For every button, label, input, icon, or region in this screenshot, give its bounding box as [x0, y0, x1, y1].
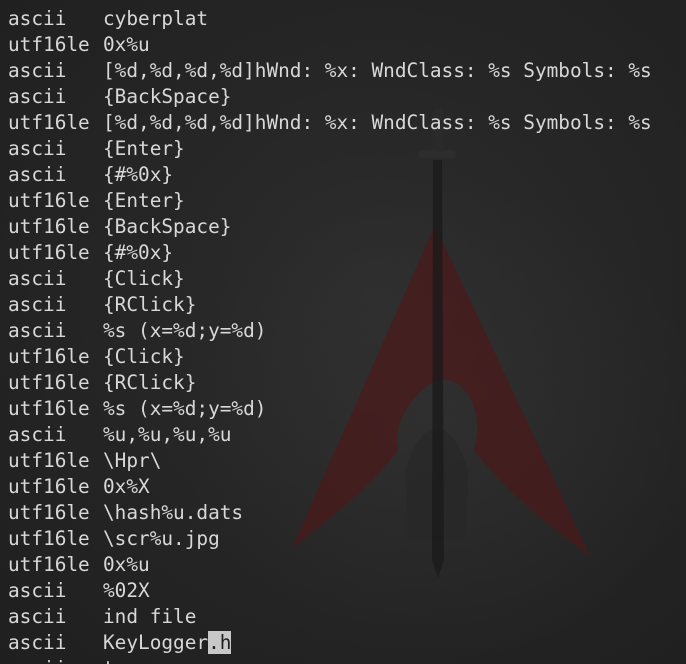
encoding-label: ascii: [8, 605, 67, 628]
output-line: utf16le {Enter}: [8, 188, 652, 214]
string-value: KeyLogger: [103, 631, 209, 654]
output-line: utf16le [%d,%d,%d,%d]hWnd: %x: WndClass: …: [8, 110, 652, 136]
string-value: {RClick}: [103, 371, 197, 394]
string-value: {Enter}: [103, 137, 185, 160]
encoding-label: ascii: [8, 163, 67, 186]
string-value: {#%0x}: [103, 163, 174, 186]
string-value: 0x%u: [103, 553, 150, 576]
terminal-window[interactable]: ascii cyberplat utf16le 0x%u ascii [%d,%d,%…: [0, 0, 686, 664]
output-line: ascii {#%0x}: [8, 162, 652, 188]
encoding-label: ascii: [8, 267, 67, 290]
output-line: utf16le {#%0x}: [8, 240, 652, 266]
string-value: \Hpr\: [103, 449, 162, 472]
encoding-label: ascii: [8, 423, 67, 446]
string-value: ind file: [103, 605, 197, 628]
encoding-label: utf16le: [8, 397, 90, 420]
encoding-label: ascii: [8, 293, 67, 316]
string-value: 0x%X: [103, 475, 150, 498]
encoding-label: utf16le: [8, 475, 90, 498]
encoding-label: ascii: [8, 319, 67, 342]
encoding-label: utf16le: [8, 241, 90, 264]
output-line: utf16le {Click}: [8, 344, 652, 370]
output-line: ascii %02X: [8, 578, 652, 604]
string-value: {RClick}: [103, 293, 197, 316]
string-value: t: [103, 657, 115, 664]
output-line: utf16le {BackSpace}: [8, 214, 652, 240]
encoding-label: utf16le: [8, 527, 90, 550]
string-value: \scr%u.jpg: [103, 527, 220, 550]
encoding-label: utf16le: [8, 371, 90, 394]
output-line: ascii {RClick}: [8, 292, 652, 318]
string-value: [%d,%d,%d,%d]hWnd: %x: WndClass: %s Symb…: [103, 59, 652, 82]
string-value: %s (x=%d;y=%d): [103, 397, 267, 420]
output-line: asciit: [8, 656, 652, 664]
terminal-output: ascii cyberplat utf16le 0x%u ascii [%d,%d,%…: [8, 6, 652, 664]
output-line: ascii cyberplat: [8, 6, 652, 32]
string-value: {BackSpace}: [103, 215, 232, 238]
output-line: ascii %u,%u,%u,%u: [8, 422, 652, 448]
string-value: 0x%u: [103, 33, 150, 56]
output-line: utf16le 0x%X: [8, 474, 652, 500]
string-value: {Enter}: [103, 189, 185, 212]
string-value: %02X: [103, 579, 150, 602]
string-value: %s (x=%d;y=%d): [103, 319, 267, 342]
encoding-label: utf16le: [8, 501, 90, 524]
output-line: utf16le {RClick}: [8, 370, 652, 396]
string-value: {BackSpace}: [103, 85, 232, 108]
encoding-label: utf16le: [8, 345, 90, 368]
string-value: {#%0x}: [103, 241, 174, 264]
encoding-label: ascii: [8, 7, 67, 30]
output-line: utf16le 0x%u: [8, 32, 652, 58]
output-line: utf16le \Hpr\: [8, 448, 652, 474]
output-line: utf16le \hash%u.dats: [8, 500, 652, 526]
output-line: utf16le %s (x=%d;y=%d): [8, 396, 652, 422]
encoding-label: ascii: [8, 59, 67, 82]
encoding-label: ascii: [8, 85, 67, 108]
string-value: [%d,%d,%d,%d]hWnd: %x: WndClass: %s Symb…: [103, 111, 652, 134]
output-line: ascii ind file: [8, 604, 652, 630]
encoding-label: ascii: [8, 137, 67, 160]
output-line: ascii KeyLogger.h: [8, 630, 652, 656]
encoding-label: ascii: [8, 631, 67, 654]
encoding-label: utf16le: [8, 33, 90, 56]
encoding-label: ascii: [8, 579, 67, 602]
encoding-label: ascii: [8, 656, 103, 664]
selection-highlight[interactable]: .h: [208, 631, 232, 654]
output-line: ascii %s (x=%d;y=%d): [8, 318, 652, 344]
output-line: utf16le \scr%u.jpg: [8, 526, 652, 552]
encoding-label: utf16le: [8, 449, 90, 472]
encoding-label: utf16le: [8, 215, 90, 238]
output-line: utf16le 0x%u: [8, 552, 652, 578]
output-line: ascii [%d,%d,%d,%d]hWnd: %x: WndClass: %s…: [8, 58, 652, 84]
string-value: %u,%u,%u,%u: [103, 423, 232, 446]
encoding-label: utf16le: [8, 553, 90, 576]
string-value: {Click}: [103, 267, 185, 290]
string-value: \hash%u.dats: [103, 501, 244, 524]
output-line: ascii {Click}: [8, 266, 652, 292]
output-line: ascii {Enter}: [8, 136, 652, 162]
string-value: {Click}: [103, 345, 185, 368]
string-value: cyberplat: [103, 7, 209, 30]
encoding-label: utf16le: [8, 189, 90, 212]
encoding-label: utf16le: [8, 111, 90, 134]
output-line: ascii {BackSpace}: [8, 84, 652, 110]
